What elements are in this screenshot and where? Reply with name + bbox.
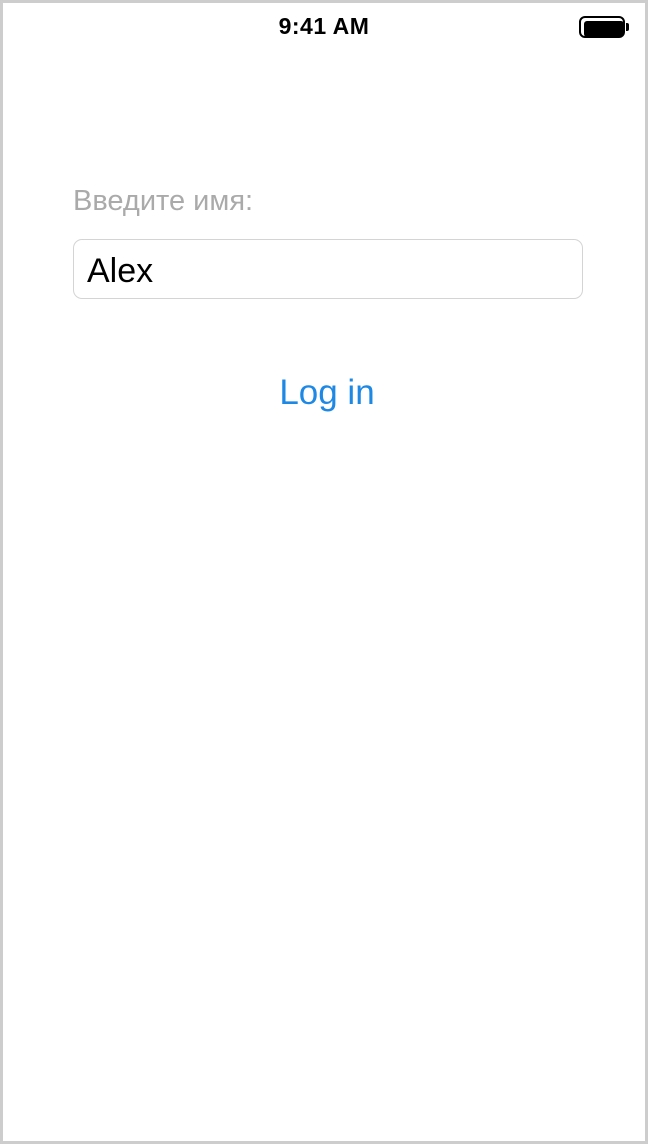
battery-body	[579, 16, 625, 38]
status-bar: 9:41 AM	[3, 3, 645, 51]
battery-icon	[579, 16, 631, 40]
login-button[interactable]: Log in	[227, 367, 427, 419]
battery-fill	[584, 21, 624, 37]
name-input-value: Alex	[87, 252, 154, 290]
name-input[interactable]: Alex	[73, 239, 583, 299]
battery-tip	[626, 23, 629, 31]
device-screen: 9:41 AM Введите имя: Alex Log in	[0, 0, 648, 1144]
status-time: 9:41 AM	[278, 13, 370, 39]
name-prompt-label: Введите имя:	[73, 185, 254, 217]
